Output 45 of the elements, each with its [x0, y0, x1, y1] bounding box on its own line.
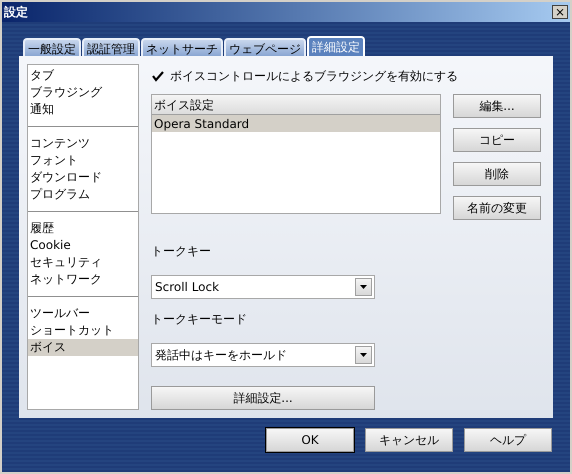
category-item[interactable]: コンテンツ [28, 135, 138, 152]
category-item[interactable]: ブラウジング [28, 84, 138, 101]
tab[interactable]: 詳細設定 [307, 36, 365, 56]
checkmark-icon [152, 70, 164, 82]
voice-control-checkbox[interactable]: ボイスコントロールによるブラウジングを有効にする [151, 66, 545, 86]
dialog-button[interactable]: ヘルプ [464, 428, 552, 452]
checkbox-label: ボイスコントロールによるブラウジングを有効にする [170, 68, 458, 85]
dialog-button[interactable]: キャンセル [365, 428, 453, 452]
caret-icon [360, 353, 367, 357]
window-title: 設定 [4, 4, 28, 21]
close-button[interactable]: × [552, 5, 568, 19]
category-item[interactable]: フォント [28, 152, 138, 169]
advanced-settings-button[interactable]: 詳細設定... [151, 386, 375, 410]
tab[interactable]: 認証管理 [82, 38, 140, 56]
category-item[interactable]: ツールバー [28, 305, 138, 322]
category-item[interactable]: Cookie [28, 237, 138, 254]
category-item[interactable]: ダウンロード [28, 169, 138, 186]
tab[interactable]: 一般設定 [23, 38, 81, 56]
list-row[interactable]: Opera Standard [152, 115, 440, 132]
list-action-button[interactable]: 編集... [453, 94, 541, 118]
list-action-button[interactable]: 名前の変更 [453, 196, 541, 220]
checkbox[interactable] [151, 70, 164, 82]
category-item[interactable]: ボイス [28, 339, 138, 356]
dropdown-button[interactable] [355, 278, 372, 296]
talk-key-mode-label: トークキーモード [151, 311, 248, 328]
category-item[interactable]: タブ [28, 67, 138, 84]
tab[interactable]: ウェブページ [224, 38, 306, 56]
dropdown-button[interactable] [355, 346, 372, 364]
category-item[interactable]: 履歴 [28, 220, 138, 237]
dropdown-field[interactable]: 発話中はキーをホールド [151, 343, 375, 367]
talk-key-label: トークキー [151, 243, 212, 260]
column-header: ボイス設定 [152, 95, 440, 115]
list-action-button[interactable]: コピー [453, 128, 541, 152]
dropdown-value: 発話中はキーをホールド [155, 347, 287, 364]
tab[interactable]: ネットサーチ [141, 38, 223, 56]
dialog-button[interactable]: OK [266, 428, 354, 452]
caret-icon [360, 285, 367, 289]
dropdown-value: Scroll Lock [155, 279, 220, 296]
category-item[interactable]: 通知 [28, 101, 138, 118]
category-item[interactable]: プログラム [28, 186, 138, 203]
category-item[interactable]: セキュリティ [28, 254, 138, 271]
category-item[interactable]: ネットワーク [28, 271, 138, 288]
category-item[interactable]: ショートカット [28, 322, 138, 339]
dropdown-field[interactable]: Scroll Lock [151, 275, 375, 299]
list-action-button[interactable]: 削除 [453, 162, 541, 186]
